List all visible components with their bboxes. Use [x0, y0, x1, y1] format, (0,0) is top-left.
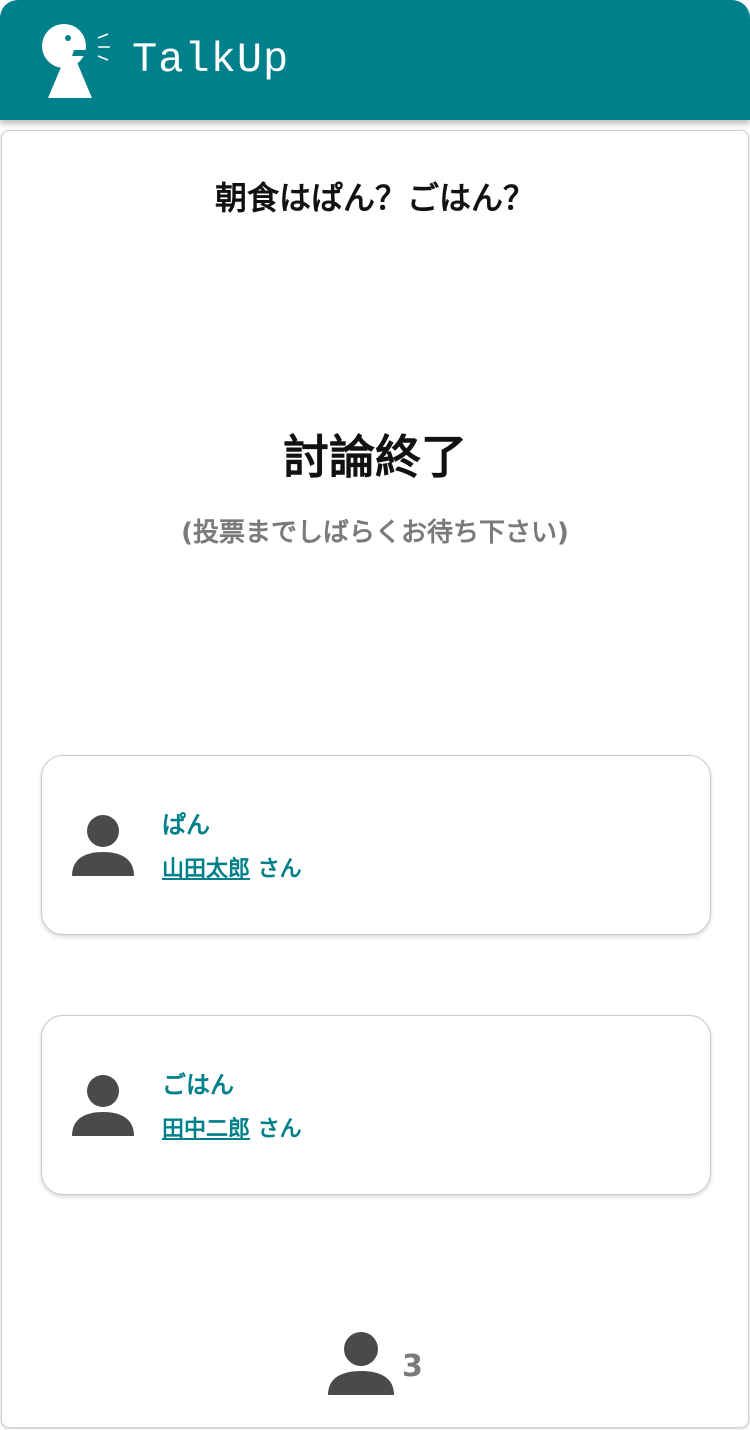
discussion-card: 朝食はぱん？ごはん？ 討論終了 (投票までしばらくお待ち下さい) ぱん 山田太郎… [1, 130, 749, 1428]
participant-count: 3 [328, 1331, 448, 1401]
app-root: TalkUp 朝食はぱん？ごはん？ 討論終了 (投票までしばらくお待ち下さい) … [0, 0, 750, 1430]
option-card-1[interactable]: ぱん 山田太郎 さん [41, 755, 711, 935]
user-name-link[interactable]: 山田太郎 [162, 857, 250, 882]
topic-title: 朝食はぱん？ごはん？ [214, 179, 535, 217]
honorific-suffix: さん [250, 857, 302, 882]
user-name-link[interactable]: 田中二郎 [162, 1117, 250, 1142]
app-logo-text: TalkUp [132, 36, 290, 84]
option-card-2[interactable]: ごはん 田中二郎 さん [41, 1015, 711, 1195]
person-icon [72, 815, 134, 876]
status-title: 討論終了 [283, 430, 467, 484]
person-icon [328, 1332, 394, 1395]
option-user: 山田太郎 さん [162, 854, 302, 886]
status-subtitle: (投票までしばらくお待ち下さい) [181, 518, 569, 548]
option-label: ぱん [162, 811, 210, 839]
option-user: 田中二郎 さん [162, 1114, 302, 1146]
person-icon [72, 1075, 134, 1136]
participant-count-number: 3 [402, 1349, 423, 1384]
app-header: TalkUp [0, 0, 750, 120]
option-label: ごはん [162, 1071, 234, 1099]
speaking-person-icon [42, 24, 110, 98]
honorific-suffix: さん [250, 1117, 302, 1142]
